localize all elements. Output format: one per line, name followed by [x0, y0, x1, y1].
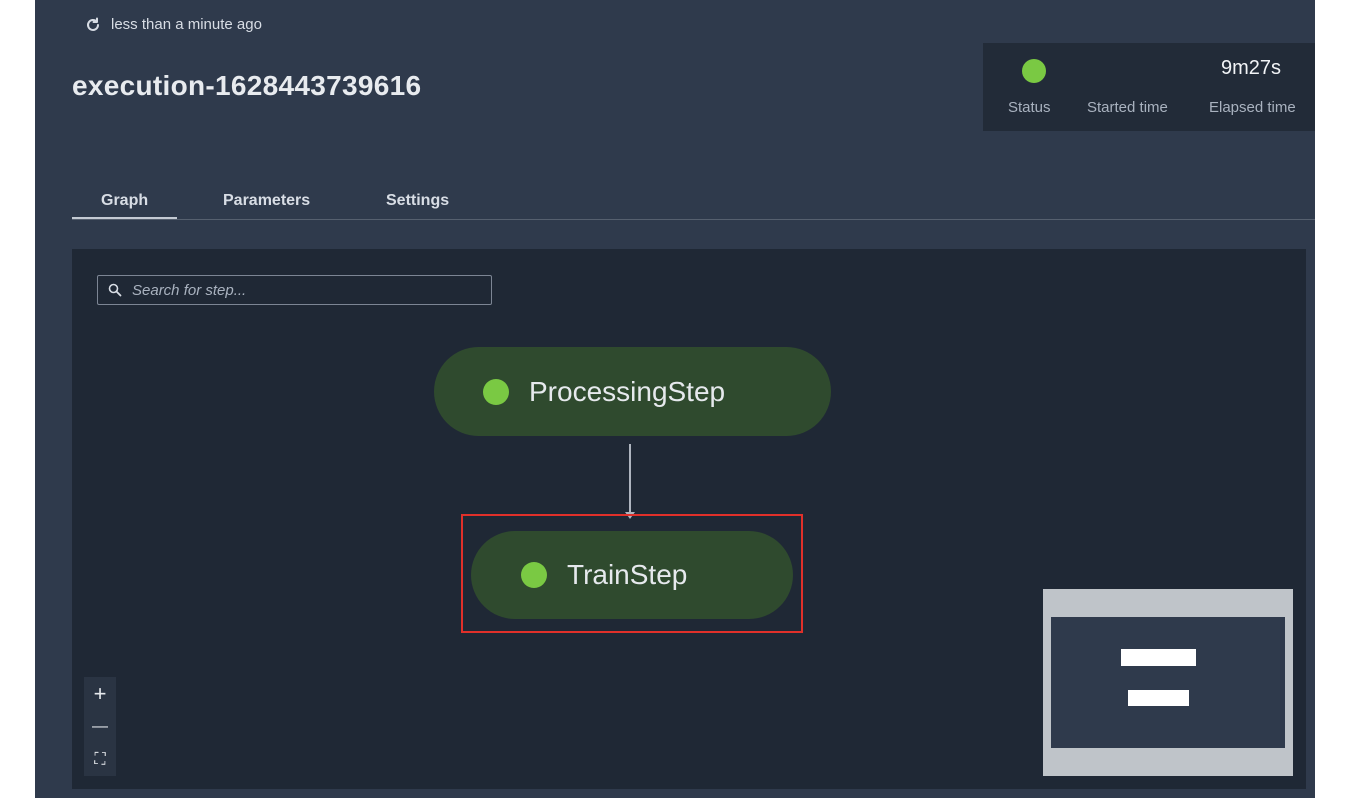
zoom-out-button[interactable]: —	[84, 710, 116, 743]
pipeline-execution-view: less than a minute ago execution-1628443…	[35, 0, 1315, 798]
minimap-node	[1121, 649, 1196, 666]
plus-icon: +	[93, 680, 107, 706]
tab-settings[interactable]: Settings	[386, 192, 449, 210]
step-search[interactable]	[97, 275, 492, 305]
tab-bar: Graph Parameters Settings	[72, 190, 1315, 220]
zoom-in-button[interactable]: +	[84, 677, 116, 710]
elapsed-time-label: Elapsed time	[1209, 99, 1296, 116]
status-label: Status	[1008, 99, 1051, 116]
execution-summary-panel: 9m27s Status Started time Elapsed time	[983, 43, 1315, 131]
minimap-node	[1128, 690, 1189, 706]
tab-graph[interactable]: Graph	[72, 192, 178, 219]
minus-icon: —	[92, 717, 108, 735]
fit-view-button[interactable]: ⛶	[84, 743, 116, 776]
minimap-viewport[interactable]	[1051, 617, 1285, 748]
search-icon	[108, 283, 122, 297]
step-node-processingstep[interactable]: ProcessingStep	[434, 347, 831, 436]
refresh-text: less than a minute ago	[111, 16, 262, 33]
started-time-label: Started time	[1087, 99, 1168, 116]
search-input[interactable]	[130, 280, 474, 300]
minimap[interactable]	[1043, 589, 1293, 776]
fit-screen-icon: ⛶	[94, 750, 106, 768]
refresh-status[interactable]: less than a minute ago	[85, 16, 262, 33]
pipeline-graph[interactable]: ProcessingStep TrainStep + — ⛶	[72, 249, 1306, 789]
highlight-box	[461, 514, 803, 633]
status-indicator	[1022, 59, 1046, 83]
step-label: ProcessingStep	[529, 375, 726, 407]
elapsed-time-value: 9m27s	[1220, 57, 1281, 79]
tab-parameters[interactable]: Parameters	[223, 192, 310, 210]
zoom-controls: + — ⛶	[84, 677, 116, 776]
step-status-dot	[483, 378, 509, 405]
graph-edge	[629, 444, 631, 514]
refresh-icon[interactable]	[85, 17, 101, 33]
page-title: execution-1628443739616	[72, 70, 422, 101]
